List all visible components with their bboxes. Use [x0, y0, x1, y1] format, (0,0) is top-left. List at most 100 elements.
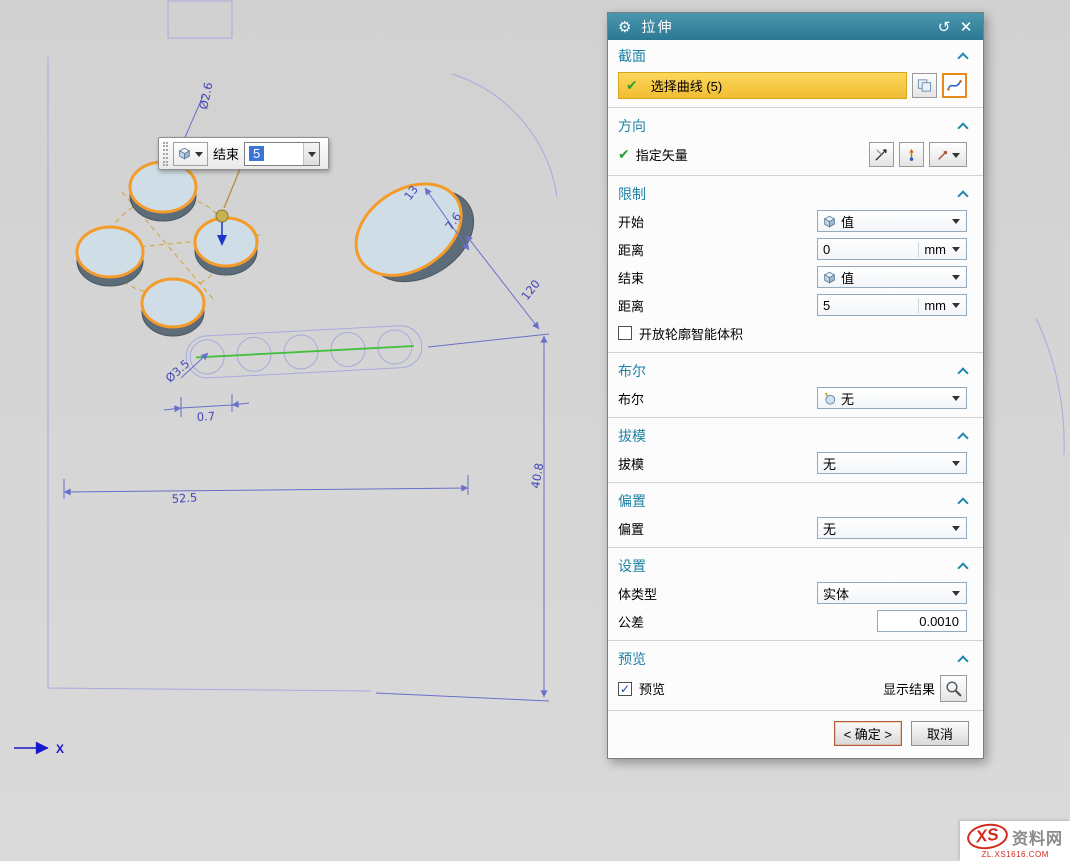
dialog-titlebar[interactable]: ⚙ 拉伸 ↺ ✕	[608, 13, 983, 40]
body-type-dropdown[interactable]: 实体	[817, 582, 967, 604]
section-dialog-button[interactable]	[912, 73, 937, 98]
chevron-down-icon	[952, 275, 960, 284]
vector-constructor-icon	[874, 147, 889, 162]
boss-large	[339, 161, 491, 304]
section-header-section[interactable]: 截面	[608, 40, 983, 69]
chevron-up-icon[interactable]	[957, 562, 968, 573]
section-header-preview[interactable]: 预览	[608, 643, 983, 672]
chevron-down-icon	[952, 247, 960, 256]
boss-1	[130, 162, 196, 221]
dim-angle: 120	[518, 277, 543, 303]
chevron-up-icon[interactable]	[957, 122, 968, 133]
draft-row: 拔模 无	[608, 449, 983, 477]
chevron-down-icon	[952, 219, 960, 228]
end-distance-value[interactable]: 5	[249, 146, 264, 161]
chevron-down-icon	[952, 461, 960, 470]
end-row: 结束 值	[608, 263, 983, 291]
chevron-up-icon[interactable]	[957, 432, 968, 443]
preview-checkbox[interactable]	[618, 682, 632, 696]
end-label: 结束	[213, 144, 239, 163]
vector-type-dropdown[interactable]	[929, 142, 967, 167]
boss-2	[77, 227, 143, 286]
start-type-dropdown[interactable]: 值	[817, 210, 967, 232]
section-header-draft[interactable]: 拔模	[608, 420, 983, 449]
chevron-down-icon	[195, 152, 203, 161]
dim-slot-dia: Ø3.5	[163, 357, 193, 386]
toolbar-grip-icon[interactable]	[163, 142, 168, 166]
chevron-down-icon	[952, 396, 960, 405]
tolerance-input[interactable]: 0.0010	[877, 610, 967, 632]
check-icon: ✔	[626, 77, 638, 94]
preview-row: 预览 显示结果	[608, 672, 983, 705]
cancel-button[interactable]: 取消	[911, 721, 969, 746]
dim-slot-offset: 0.7	[196, 409, 215, 424]
select-curve-row: ✔ 选择曲线 (5)	[608, 69, 983, 102]
wcs-x-axis: X	[14, 742, 64, 756]
open-profile-checkbox[interactable]	[618, 326, 632, 340]
ok-button[interactable]: < 确定 >	[834, 721, 902, 746]
chevron-up-icon[interactable]	[957, 52, 968, 63]
check-icon: ✔	[618, 146, 630, 163]
boolean-row: 布尔 无	[608, 384, 983, 412]
watermark-logo-icon: XS	[966, 821, 1010, 851]
close-button[interactable]: ✕	[955, 16, 977, 38]
dialog-title: 拉伸	[641, 17, 673, 37]
end-type-dropdown[interactable]: 值	[817, 266, 967, 288]
boolean-dropdown[interactable]: 无	[817, 387, 967, 409]
magnifier-icon	[945, 680, 963, 698]
specify-vector-label: 指定矢量	[636, 145, 688, 164]
dim-width: 52.5	[171, 490, 198, 506]
cube-icon	[823, 271, 836, 284]
select-curve-label: 选择曲线 (5)	[651, 76, 723, 95]
point-arrow-icon	[904, 147, 919, 162]
extrude-preview-bosses[interactable]	[77, 161, 491, 336]
draft-dropdown[interactable]: 无	[817, 452, 967, 474]
chevron-up-icon[interactable]	[957, 655, 968, 666]
axis-x-label: X	[56, 742, 64, 756]
extrude-mode-dropdown[interactable]	[173, 142, 208, 166]
body-type-row: 体类型 实体	[608, 579, 983, 607]
chevron-down-icon	[952, 591, 960, 600]
section-list-icon	[917, 78, 932, 93]
start-distance-row: 距离 0 mm	[608, 235, 983, 263]
application-window: 52.5 40.8 120 7.6 13 Ø2.6 Ø3.5 0.7	[0, 0, 1070, 861]
chevron-down-icon	[952, 303, 960, 312]
cube-icon	[178, 147, 191, 160]
extrude-dialog: ⚙ 拉伸 ↺ ✕ 截面 ✔ 选择曲线 (5)	[607, 12, 984, 759]
chevron-down-icon	[952, 526, 960, 535]
section-header-direction[interactable]: 方向	[608, 110, 983, 139]
show-result-button[interactable]	[940, 675, 967, 702]
show-result-label: 显示结果	[883, 679, 935, 698]
section-header-boolean[interactable]: 布尔	[608, 355, 983, 384]
section-header-limits[interactable]: 限制	[608, 178, 983, 207]
slot-centerline	[196, 346, 414, 357]
chevron-down-icon	[952, 153, 960, 162]
dim-hole-dia: Ø2.6	[196, 81, 215, 111]
offset-dropdown[interactable]: 无	[817, 517, 967, 539]
end-distance-input[interactable]: 5	[244, 142, 320, 166]
inferred-vector-button[interactable]	[899, 142, 924, 167]
section-header-settings[interactable]: 设置	[608, 550, 983, 579]
chevron-up-icon[interactable]	[957, 367, 968, 378]
slot-sketch[interactable]	[185, 325, 423, 379]
reset-button[interactable]: ↺	[933, 16, 955, 38]
curve-rule-button[interactable]	[942, 73, 967, 98]
chevron-up-icon[interactable]	[957, 497, 968, 508]
curve-icon	[947, 78, 962, 93]
start-distance-input[interactable]: 0 mm	[817, 238, 967, 260]
watermark-url: ZL.XS1616.COM	[967, 850, 1063, 859]
watermark-name: 资料网	[1012, 825, 1063, 849]
end-distance-field[interactable]: 5 mm	[817, 294, 967, 316]
boss-4	[195, 218, 257, 275]
watermark: XS 资料网 ZL.XS1616.COM	[960, 821, 1070, 861]
gear-icon[interactable]: ⚙	[618, 18, 631, 36]
vector-dialog-button[interactable]	[869, 142, 894, 167]
select-curve-field[interactable]: ✔ 选择曲线 (5)	[618, 72, 907, 99]
specify-vector-row: ✔ 指定矢量	[608, 139, 983, 170]
section-header-offset[interactable]: 偏置	[608, 485, 983, 514]
open-profile-row: 开放轮廓智能体积	[608, 319, 983, 347]
chevron-up-icon[interactable]	[957, 190, 968, 201]
end-distance-dropdown[interactable]	[303, 143, 319, 165]
start-row: 开始 值	[608, 207, 983, 235]
boolean-none-icon	[823, 392, 836, 405]
